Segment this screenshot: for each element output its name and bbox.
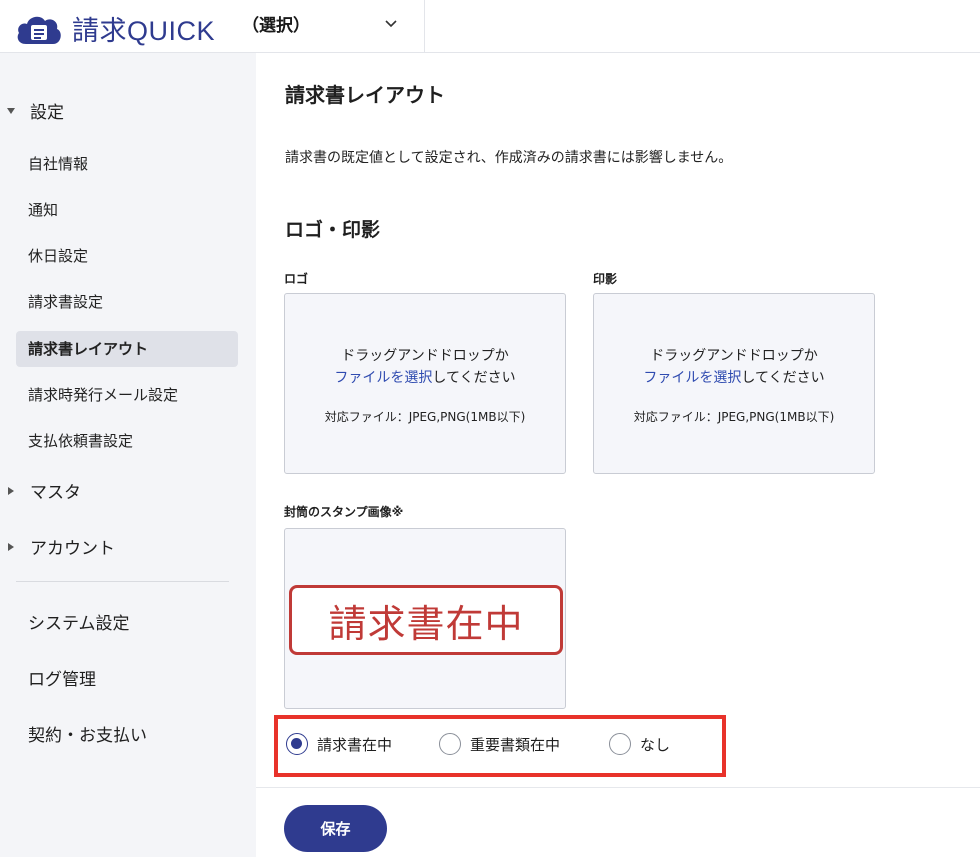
radio-label: 請求書在中 bbox=[317, 735, 393, 754]
sidebar-item-invoice-email[interactable]: 請求時発行メール設定 bbox=[28, 384, 178, 405]
sidebar-section-label: アカウント bbox=[30, 539, 115, 559]
sidebar-section-settings[interactable]: 設定 bbox=[0, 98, 64, 123]
section-title-logo-seal: ロゴ・印影 bbox=[285, 219, 381, 241]
cloud-document-icon bbox=[17, 16, 61, 44]
dropzone-suffix: してください bbox=[741, 370, 825, 386]
caret-right-icon bbox=[8, 486, 14, 495]
sidebar-item-system-settings[interactable]: システム設定 bbox=[28, 609, 130, 634]
logo-dropzone[interactable]: ドラッグアンドドロップか ファイルを選択してください 対応ファイル：JPEG,P… bbox=[284, 293, 566, 474]
sidebar-section-label: マスタ bbox=[30, 483, 81, 503]
sidebar-section-label: 設定 bbox=[30, 103, 64, 123]
logo-text: 請求QUICK bbox=[72, 16, 216, 46]
sidebar: 設定 自社情報 通知 休日設定 請求書設定 請求書レイアウト 請求時発行メール設… bbox=[0, 53, 256, 857]
org-selector[interactable]: （選択） bbox=[242, 11, 310, 36]
sidebar-item-invoice-settings[interactable]: 請求書設定 bbox=[28, 291, 103, 312]
radio-important-documents[interactable]: 重要書類在中 bbox=[439, 733, 560, 755]
sidebar-item-notifications[interactable]: 通知 bbox=[28, 199, 58, 220]
main-content: 請求書レイアウト 請求書の既定値として設定され、作成済みの請求書には影響しません… bbox=[256, 53, 980, 858]
sidebar-item-contract-payment[interactable]: 契約・お支払い bbox=[28, 721, 147, 746]
seal-label: 印影 bbox=[593, 272, 618, 286]
dropzone-select-line: ファイルを選択してください bbox=[594, 367, 874, 387]
dropzone-suffix: してください bbox=[432, 370, 516, 386]
page-description: 請求書の既定値として設定され、作成済みの請求書には影響しません。 bbox=[285, 150, 733, 166]
stamp-option-group: 請求書在中 重要書類在中 なし bbox=[274, 715, 726, 777]
page-title: 請求書レイアウト bbox=[285, 83, 445, 107]
select-file-link[interactable]: ファイルを選択 bbox=[334, 370, 432, 386]
radio-invoice-enclosed[interactable]: 請求書在中 bbox=[286, 733, 392, 755]
dropzone-file-note: 対応ファイル：JPEG,PNG(1MB以下) bbox=[633, 410, 835, 424]
app-logo[interactable]: 請求QUICK bbox=[14, 9, 215, 48]
sidebar-item-invoice-layout[interactable]: 請求書レイアウト bbox=[28, 338, 148, 359]
caret-down-icon bbox=[7, 107, 15, 114]
header-divider bbox=[424, 0, 425, 52]
radio-none[interactable]: なし bbox=[609, 733, 670, 755]
radio-label: 重要書類在中 bbox=[470, 735, 561, 754]
dropzone-instruction: ドラッグアンドドロップか bbox=[341, 348, 509, 364]
app-header: 請求QUICK （選択） bbox=[0, 0, 980, 53]
stamp-image-label: 封筒のスタンプ画像※ bbox=[284, 505, 404, 519]
sidebar-divider bbox=[16, 581, 229, 582]
sidebar-item-company-info[interactable]: 自社情報 bbox=[28, 153, 88, 174]
radio-button[interactable] bbox=[439, 733, 461, 755]
chevron-down-icon[interactable] bbox=[384, 16, 398, 30]
seal-dropzone[interactable]: ドラッグアンドドロップか ファイルを選択してください 対応ファイル：JPEG,P… bbox=[593, 293, 875, 474]
radio-button-checked[interactable] bbox=[286, 733, 308, 755]
dropzone-file-note: 対応ファイル：JPEG,PNG(1MB以下) bbox=[324, 410, 526, 424]
select-file-link[interactable]: ファイルを選択 bbox=[643, 370, 741, 386]
save-button[interactable]: 保存 bbox=[284, 805, 387, 852]
sidebar-item-log-management[interactable]: ログ管理 bbox=[28, 665, 96, 690]
radio-button[interactable] bbox=[609, 733, 631, 755]
dropzone-select-line: ファイルを選択してください bbox=[285, 367, 565, 387]
logo-label: ロゴ bbox=[284, 272, 309, 286]
sidebar-section-account[interactable]: アカウント bbox=[0, 534, 115, 559]
stamp-image: 請求書在中 bbox=[289, 585, 563, 655]
dropzone-instruction: ドラッグアンドドロップか bbox=[650, 348, 818, 364]
action-bar: 保存 bbox=[256, 787, 980, 858]
sidebar-item-payment-request[interactable]: 支払依頼書設定 bbox=[28, 430, 133, 451]
sidebar-section-master[interactable]: マスタ bbox=[0, 478, 81, 503]
sidebar-item-holidays[interactable]: 休日設定 bbox=[28, 245, 88, 266]
caret-right-icon bbox=[8, 542, 14, 551]
stamp-preview: 請求書在中 bbox=[284, 528, 566, 709]
radio-label: なし bbox=[640, 735, 671, 754]
